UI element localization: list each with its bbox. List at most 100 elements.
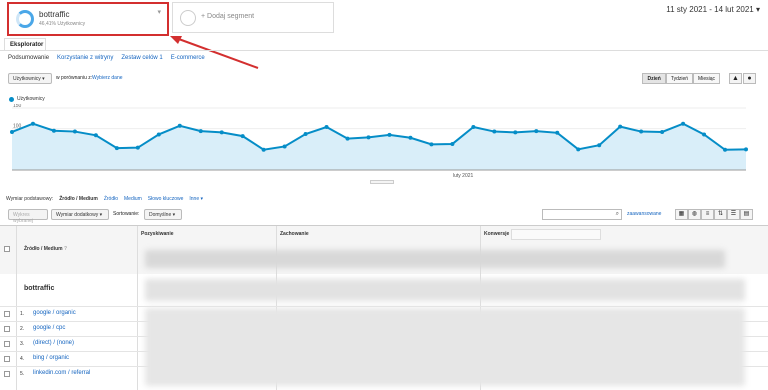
subtab-summary[interactable]: Podsumowanie bbox=[8, 55, 49, 61]
data-point[interactable] bbox=[366, 135, 371, 140]
row-checkbox[interactable] bbox=[4, 356, 10, 362]
row-checkbox[interactable] bbox=[4, 311, 10, 317]
table-search-input[interactable]: ⌕ bbox=[542, 209, 622, 220]
row-link[interactable]: (direct) / (none) bbox=[33, 340, 74, 346]
dimension-keyword[interactable]: Słowo kluczowe bbox=[148, 196, 184, 202]
chart-resize-handle[interactable] bbox=[370, 180, 394, 184]
legend-label: Użytkownicy bbox=[17, 96, 45, 102]
data-point[interactable] bbox=[660, 129, 665, 134]
row-number: 2. bbox=[20, 326, 25, 332]
percentage-view-icon[interactable]: ◍ bbox=[688, 209, 701, 220]
performance-view-icon[interactable]: ≡ bbox=[701, 209, 714, 220]
data-point[interactable] bbox=[10, 129, 14, 134]
data-point[interactable] bbox=[72, 129, 77, 134]
goal-select[interactable] bbox=[511, 229, 601, 240]
data-point[interactable] bbox=[576, 147, 581, 152]
term-cloud-icon[interactable]: ☰ bbox=[727, 209, 740, 220]
data-point[interactable] bbox=[198, 129, 203, 134]
data-point[interactable] bbox=[30, 121, 35, 126]
select-all-checkbox[interactable] bbox=[4, 246, 10, 252]
granularity-day[interactable]: Dzień bbox=[642, 73, 666, 84]
pivot-view-icon[interactable]: ▤ bbox=[740, 209, 753, 220]
subtab-site-usage[interactable]: Korzystanie z witryny bbox=[57, 55, 113, 61]
data-point[interactable] bbox=[282, 144, 287, 149]
granularity-buttons: Dzień Tydzień Miesiąc bbox=[642, 73, 720, 84]
data-point[interactable] bbox=[492, 129, 497, 134]
compare-link[interactable]: Wybierz dane bbox=[92, 75, 123, 81]
col-header-source-text: Źródło / Medium bbox=[24, 246, 63, 252]
compare-label: w porównaniu z: bbox=[56, 75, 93, 81]
data-view-icon[interactable]: ▦ bbox=[675, 209, 688, 220]
row-number: 4. bbox=[20, 356, 25, 362]
y-tick-label: 150 bbox=[13, 104, 22, 109]
row-checkbox[interactable] bbox=[4, 371, 10, 377]
advanced-filter-link[interactable]: zaawansowane bbox=[627, 211, 661, 217]
table-view-switcher: ▦ ◍ ≡ ⇅ ☰ ▤ bbox=[675, 209, 753, 220]
blurred-row-metrics bbox=[145, 308, 745, 386]
row-link[interactable]: linkedin.com / referral bbox=[33, 370, 90, 376]
dimension-other[interactable]: Inne ▾ bbox=[189, 196, 203, 202]
data-point[interactable] bbox=[156, 132, 161, 137]
secondary-dimension-select[interactable]: Wymiar dodatkowy ▾ bbox=[51, 209, 109, 220]
data-point[interactable] bbox=[555, 130, 560, 135]
data-point[interactable] bbox=[219, 130, 224, 135]
dimension-other-label: Inne bbox=[189, 196, 200, 202]
granularity-month[interactable]: Miesiąc bbox=[693, 73, 720, 84]
row-link[interactable]: google / organic bbox=[33, 310, 76, 316]
data-point[interactable] bbox=[723, 147, 728, 152]
dimension-medium[interactable]: Medium bbox=[124, 196, 142, 202]
row-checkbox[interactable] bbox=[4, 326, 10, 332]
data-point[interactable] bbox=[177, 123, 182, 128]
col-group-conversions: Konwersje bbox=[484, 231, 510, 237]
granularity-week[interactable]: Tydzień bbox=[665, 73, 694, 84]
data-point[interactable] bbox=[450, 141, 455, 146]
data-point[interactable] bbox=[51, 128, 56, 133]
data-point[interactable] bbox=[303, 132, 308, 137]
segment-row-label: bottraffic bbox=[24, 285, 55, 292]
data-point[interactable] bbox=[408, 135, 413, 140]
data-point[interactable] bbox=[261, 147, 266, 152]
subtab-ecommerce[interactable]: E-commerce bbox=[171, 55, 205, 61]
data-point[interactable] bbox=[429, 142, 434, 147]
row-number: 5. bbox=[20, 371, 25, 377]
comparison-view-icon[interactable]: ⇅ bbox=[714, 209, 727, 220]
data-point[interactable] bbox=[240, 134, 245, 139]
subtabs: Podsumowanie Korzystanie z witryny Zesta… bbox=[8, 55, 205, 61]
primary-dimension-bar: Wymiar podstawowy: Źródło / Medium Źródł… bbox=[6, 196, 203, 202]
col-header-source-medium[interactable]: Źródło / Medium ? bbox=[24, 246, 67, 252]
data-point[interactable] bbox=[93, 133, 98, 138]
sort-select[interactable]: Domyślne ▾ bbox=[144, 209, 182, 220]
metric-select-value: Użytkownicy bbox=[13, 76, 41, 82]
help-icon: ? bbox=[64, 246, 68, 252]
subtab-goal-set[interactable]: Zestaw celów 1 bbox=[121, 55, 162, 61]
data-point[interactable] bbox=[534, 129, 539, 134]
row-link[interactable]: google / cpc bbox=[33, 325, 65, 331]
data-point[interactable] bbox=[387, 132, 392, 137]
row-number: 1. bbox=[20, 311, 25, 317]
data-point[interactable] bbox=[513, 130, 518, 135]
tab-divider bbox=[0, 50, 768, 51]
row-number: 3. bbox=[20, 341, 25, 347]
dimension-source[interactable]: Źródło bbox=[104, 196, 118, 202]
secondary-dimension-value: Wymiar dodatkowy bbox=[56, 212, 99, 218]
data-point[interactable] bbox=[135, 145, 140, 150]
motion-chart-icon[interactable]: ● bbox=[743, 73, 756, 84]
data-point[interactable] bbox=[345, 136, 350, 141]
data-point[interactable] bbox=[744, 147, 748, 152]
data-point[interactable] bbox=[114, 146, 119, 151]
legend-dot-icon bbox=[9, 97, 14, 102]
data-point[interactable] bbox=[702, 132, 707, 137]
data-point[interactable] bbox=[618, 124, 623, 129]
data-point[interactable] bbox=[471, 125, 476, 130]
plot-rows-button[interactable]: Wykres wybranej bbox=[8, 209, 48, 224]
search-icon[interactable]: ⌕ bbox=[616, 211, 619, 218]
data-point[interactable] bbox=[324, 125, 329, 130]
col-group-behavior: Zachowanie bbox=[280, 231, 309, 237]
row-checkbox[interactable] bbox=[4, 341, 10, 347]
line-chart-icon[interactable]: ▲ bbox=[729, 73, 742, 84]
data-point[interactable] bbox=[597, 143, 602, 148]
data-point[interactable] bbox=[681, 121, 686, 126]
data-point[interactable] bbox=[639, 129, 644, 134]
row-link[interactable]: bing / organic bbox=[33, 355, 69, 361]
metric-select[interactable]: Użytkownicy ▾ bbox=[8, 73, 52, 84]
